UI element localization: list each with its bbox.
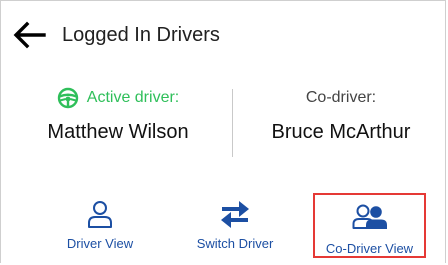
co-driver-role: Co-driver: (236, 88, 446, 108)
active-driver-label: Active driver: (86, 89, 180, 106)
switch-driver-button[interactable]: Switch Driver (183, 196, 287, 258)
active-driver-role: Active driver: (18, 87, 218, 109)
active-driver-name: Matthew Wilson (47, 121, 189, 143)
driver-divider (232, 89, 233, 157)
steering-wheel-icon (57, 87, 78, 109)
person-icon (88, 201, 112, 228)
driver-view-label: Driver View (66, 236, 134, 251)
switch-driver-label: Switch Driver (196, 236, 274, 251)
driver-view-button[interactable]: Driver View (48, 196, 152, 258)
co-driver-panel: Co-driver: Bruce McArthur (236, 88, 446, 144)
people-icon (352, 204, 387, 229)
header: Logged In Drivers (0, 0, 446, 70)
back-button[interactable] (12, 20, 46, 50)
co-driver-view-label: Co-Driver View (325, 241, 414, 256)
swap-arrows-icon (221, 201, 249, 228)
co-driver-view-button[interactable]: Co-Driver View (313, 193, 426, 258)
co-driver-label: Co-driver: (305, 89, 377, 106)
page-title: Logged In Drivers (62, 24, 220, 46)
arrow-left-icon (13, 21, 46, 49)
active-driver-panel: Active driver: Matthew Wilson (18, 87, 218, 144)
co-driver-name: Bruce McArthur (271, 121, 411, 143)
